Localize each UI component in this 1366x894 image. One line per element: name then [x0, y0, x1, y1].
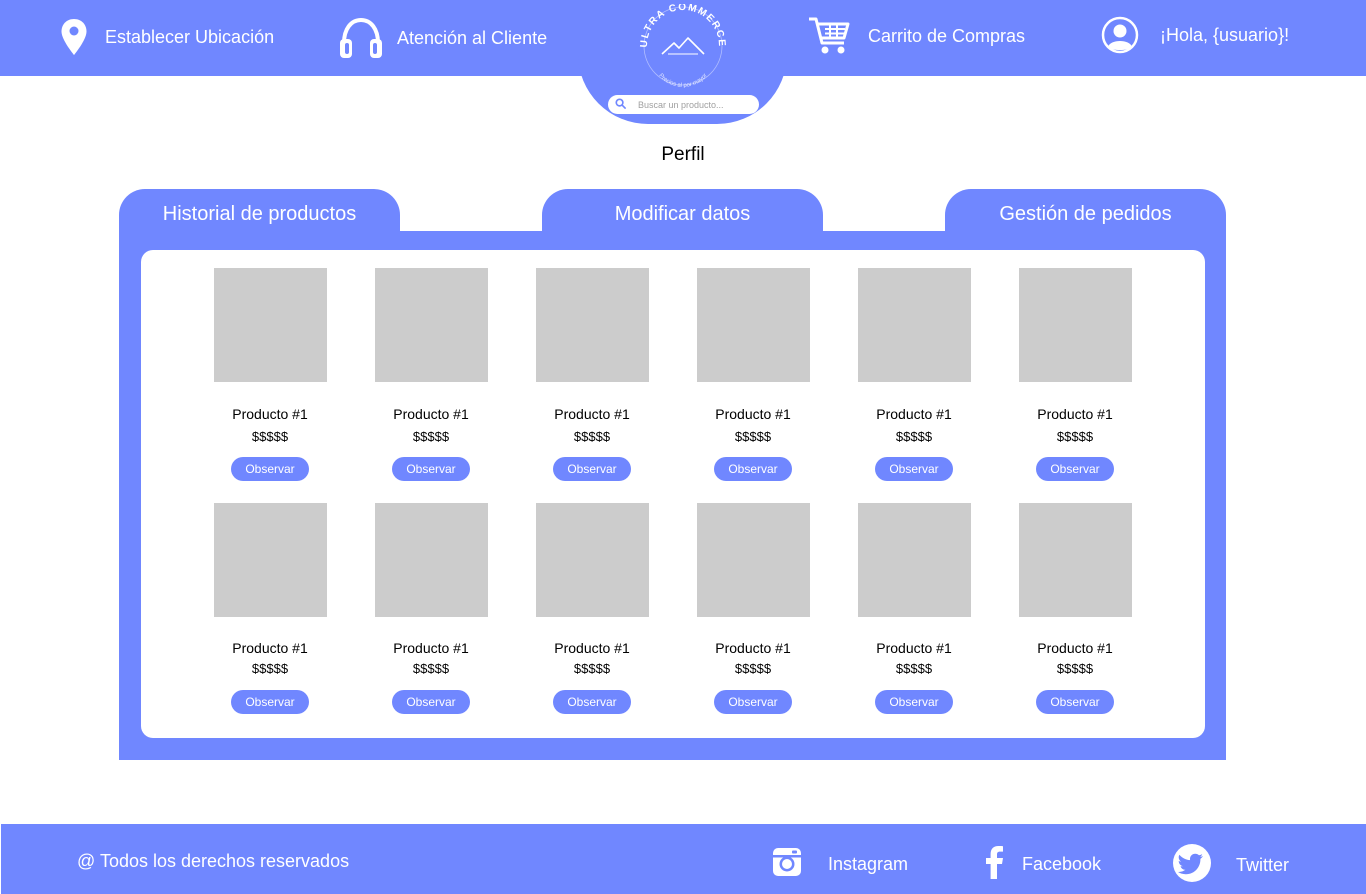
observe-button[interactable]: Observar [875, 690, 953, 714]
product-price: $$$$$ [412, 429, 450, 444]
product-name: Producto #1 [876, 640, 952, 656]
product-image [535, 268, 649, 382]
product-card: Producto #1 $$$$$ Observar [356, 268, 506, 481]
product-card: Producto #1 $$$$$ Observar [1000, 268, 1150, 481]
tab-product-history[interactable]: Historial de productos [119, 189, 400, 235]
facebook-link[interactable]: Facebook [985, 845, 1101, 884]
product-price: $$$$$ [895, 661, 933, 676]
set-location-link[interactable]: Establecer Ubicación [60, 18, 274, 56]
user-greeting: ¡Hola, {usuario}! [1160, 24, 1290, 45]
twitter-icon [1172, 843, 1212, 888]
product-name: Producto #1 [393, 406, 469, 422]
product-name: Producto #1 [876, 406, 952, 422]
product-name: Producto #1 [393, 640, 469, 656]
observe-button[interactable]: Observar [392, 690, 470, 714]
product-card: Producto #1 $$$$$ Observar [839, 268, 989, 481]
search-input[interactable] [638, 99, 748, 110]
product-price: $$$$$ [734, 661, 772, 676]
product-card: Producto #1 $$$$$ Observar [678, 268, 828, 481]
facebook-icon [985, 845, 1004, 884]
product-card: Producto #1 $$$$$ Observar [517, 503, 667, 714]
page-title: Perfil [661, 144, 705, 165]
product-name: Producto #1 [232, 640, 308, 656]
observe-button[interactable]: Observar [714, 690, 792, 714]
svg-text:Precios al por mayor: Precios al por mayor [657, 73, 708, 88]
user-avatar-icon [1101, 16, 1139, 54]
product-card: Producto #1 $$$$$ Observar [195, 503, 345, 714]
product-price: $$$$$ [1056, 661, 1094, 676]
product-image [535, 503, 649, 617]
product-image [1018, 503, 1132, 617]
product-name: Producto #1 [554, 640, 630, 656]
product-card: Producto #1 $$$$$ Observar [839, 503, 989, 714]
product-price: $$$$$ [573, 429, 611, 444]
brand-logo[interactable]: ULTRA COMMERCE Precios al por mayor [638, 2, 728, 89]
shopping-cart-icon [808, 16, 850, 56]
shopping-cart-label: Carrito de Compras [868, 25, 1026, 46]
copyright-text: @ Todos los derechos reservados [77, 851, 350, 871]
product-price: $$$$$ [573, 661, 611, 676]
instagram-link[interactable]: Instagram [771, 846, 908, 883]
observe-button[interactable]: Observar [1036, 457, 1114, 481]
headphones-icon [339, 17, 383, 59]
facebook-label: Facebook [1022, 854, 1102, 874]
twitter-label: Twitter [1236, 855, 1290, 875]
customer-support-label: Atención al Cliente [397, 27, 548, 48]
product-image [857, 503, 971, 617]
product-price: $$$$$ [412, 661, 450, 676]
twitter-link[interactable]: Twitter [1172, 843, 1289, 888]
product-card: Producto #1 $$$$$ Observar [678, 503, 828, 714]
product-card: Producto #1 $$$$$ Observar [356, 503, 506, 714]
product-image [374, 268, 488, 382]
product-name: Producto #1 [1037, 640, 1113, 656]
product-image [857, 268, 971, 382]
product-price: $$$$$ [734, 429, 772, 444]
location-pin-icon [60, 18, 88, 56]
tab-modify-data[interactable]: Modificar datos [542, 189, 823, 235]
instagram-icon [771, 846, 803, 883]
product-image [1018, 268, 1132, 382]
product-image [374, 503, 488, 617]
observe-button[interactable]: Observar [714, 457, 792, 481]
product-price: $$$$$ [251, 661, 289, 676]
product-name: Producto #1 [715, 406, 791, 422]
observe-button[interactable]: Observar [875, 457, 953, 481]
product-price: $$$$$ [895, 429, 933, 444]
product-image [213, 503, 327, 617]
observe-button[interactable]: Observar [553, 690, 631, 714]
product-price: $$$$$ [251, 429, 289, 444]
customer-support-link[interactable]: Atención al Cliente [339, 17, 547, 59]
product-card: Producto #1 $$$$$ Observar [517, 268, 667, 481]
svg-text:ULTRA COMMERCE: ULTRA COMMERCE [639, 4, 727, 48]
tab-order-management[interactable]: Gestión de pedidos [945, 189, 1226, 235]
product-card: Producto #1 $$$$$ Observar [195, 268, 345, 481]
product-name: Producto #1 [1037, 406, 1113, 422]
observe-button[interactable]: Observar [1036, 690, 1114, 714]
observe-button[interactable]: Observar [553, 457, 631, 481]
search-bar[interactable] [608, 95, 759, 114]
product-image [213, 268, 327, 382]
product-card: Producto #1 $$$$$ Observar [1000, 503, 1150, 714]
instagram-label: Instagram [828, 854, 909, 874]
product-price: $$$$$ [1056, 429, 1094, 444]
observe-button[interactable]: Observar [392, 457, 470, 481]
product-name: Producto #1 [715, 640, 791, 656]
product-image [696, 503, 810, 617]
observe-button[interactable]: Observar [231, 690, 309, 714]
search-icon [615, 96, 626, 114]
user-account-link[interactable]: ¡Hola, {usuario}! [1101, 16, 1289, 54]
shopping-cart-link[interactable]: Carrito de Compras [808, 16, 1025, 56]
product-name: Producto #1 [554, 406, 630, 422]
product-name: Producto #1 [232, 406, 308, 422]
product-image [696, 268, 810, 382]
observe-button[interactable]: Observar [231, 457, 309, 481]
set-location-label: Establecer Ubicación [105, 26, 275, 47]
